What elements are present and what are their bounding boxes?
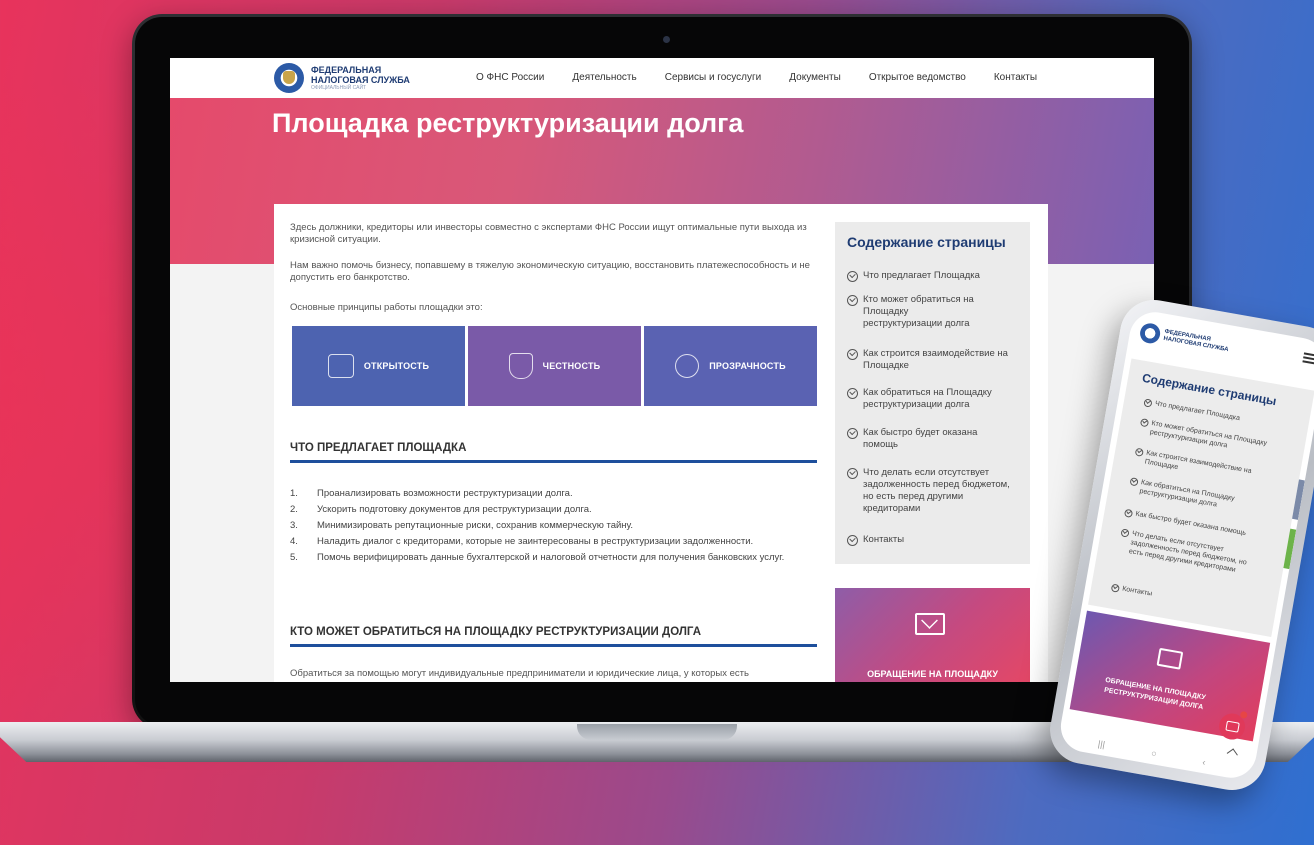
list-item: 3. Минимизировать репутационные риски, со… bbox=[290, 520, 633, 531]
checkmark-circle-icon bbox=[1120, 528, 1130, 538]
section-title-offers: ЧТО ПРЕДЛАГАЕТ ПЛОЩАДКА bbox=[290, 442, 467, 454]
toc-item[interactable]: Контакты bbox=[1110, 583, 1270, 620]
principle-transparency: ПРОЗРАЧНОСТЬ bbox=[644, 326, 817, 406]
checkmark-circle-icon bbox=[847, 271, 858, 282]
principle-honesty: ЧЕСТНОСТЬ bbox=[468, 326, 641, 406]
main-nav: О ФНС России Деятельность Сервисы и госу… bbox=[476, 72, 1065, 86]
logo-title-line2[interactable]: НАЛОГОВАЯ СЛУЖБА bbox=[311, 75, 410, 85]
list-item: 1. Проанализировать возможности реструкту… bbox=[290, 488, 573, 499]
back-icon[interactable]: ‹ bbox=[1202, 757, 1207, 767]
intro-paragraph-2: Нам важно помочь бизнесу, попавшему в тя… bbox=[290, 260, 810, 283]
page-contents-sidebar: Содержание страницы Что предлагает Площа… bbox=[835, 222, 1030, 564]
nav-activity[interactable]: Деятельность bbox=[572, 72, 636, 86]
principle-label: ЧЕСТНОСТЬ bbox=[542, 361, 601, 371]
site-header: ФЕДЕРАЛЬНАЯ НАЛОГОВАЯ СЛУЖБА ОФИЦИАЛЬНЫЙ… bbox=[170, 58, 1154, 98]
offers-list: 1. Проанализировать возможности реструкту… bbox=[290, 488, 810, 568]
nav-services[interactable]: Сервисы и госуслуги bbox=[665, 72, 762, 86]
nav-open-agency[interactable]: Открытое ведомство bbox=[869, 72, 966, 86]
appeal-label: ОБРАЩЕНИЕ НА ПЛОЩАДКУ bbox=[867, 669, 998, 679]
checkmark-circle-icon bbox=[1139, 418, 1150, 428]
toc-item[interactable]: Как быстро будет оказана помощь bbox=[847, 427, 997, 451]
checkmark-circle-icon bbox=[1134, 447, 1144, 457]
checkmark-circle-icon bbox=[1110, 583, 1120, 593]
section-underline bbox=[290, 460, 817, 463]
section-underline bbox=[290, 644, 817, 647]
appeal-button[interactable]: ОБРАЩЕНИЕ НА ПЛОЩАДКУ bbox=[835, 588, 1030, 682]
checkmark-circle-icon bbox=[847, 349, 858, 360]
fns-emblem-icon[interactable] bbox=[274, 63, 304, 93]
checkmark-circle-icon bbox=[1123, 508, 1134, 518]
home-icon[interactable]: ○ bbox=[1150, 748, 1157, 759]
shield-people-icon bbox=[508, 353, 533, 379]
webcam-icon bbox=[663, 36, 670, 43]
section-title-who-can-apply: КТО МОЖЕТ ОБРАТИТЬСЯ НА ПЛОЩАДКУ РЕСТРУК… bbox=[290, 626, 702, 638]
nav-about[interactable]: О ФНС России bbox=[476, 72, 544, 86]
checkmark-circle-icon bbox=[847, 428, 858, 439]
logo-subtitle: ОФИЦИАЛЬНЫЙ САЙТ bbox=[311, 85, 367, 91]
nav-documents[interactable]: Документы bbox=[789, 72, 841, 86]
magnifier-icon bbox=[675, 354, 700, 378]
scroll-up-icon[interactable] bbox=[1226, 748, 1238, 760]
checkmark-circle-icon bbox=[1129, 477, 1139, 487]
envelope-pen-icon bbox=[1156, 647, 1184, 670]
principle-openness: ОТКРЫТОСТЬ bbox=[292, 326, 465, 406]
phone-toc: Содержание страницы Что предлагает Площа… bbox=[1088, 358, 1314, 637]
fns-emblem-icon[interactable] bbox=[1138, 321, 1162, 345]
hamburger-menu-icon[interactable] bbox=[1303, 352, 1314, 357]
checkmark-circle-icon bbox=[847, 388, 858, 399]
checkmark-circle-icon bbox=[847, 468, 858, 479]
toc-item[interactable]: Как строится взаимодействие на Площадке bbox=[847, 348, 1027, 372]
principle-label: ОТКРЫТОСТЬ bbox=[363, 361, 430, 371]
logo-title-line1[interactable]: ФЕДЕРАЛЬНАЯ bbox=[311, 65, 381, 75]
intro-paragraph-1: Здесь должники, кредиторы или инвесторы … bbox=[290, 222, 807, 245]
checkmark-circle-icon bbox=[1143, 398, 1153, 408]
toc-item[interactable]: Кто может обратиться на Площадку реструк… bbox=[847, 294, 977, 330]
principle-label: ПРОЗРАЧНОСТЬ bbox=[709, 361, 786, 371]
nav-contacts[interactable]: Контакты bbox=[994, 72, 1037, 86]
toc-item[interactable]: Как обратиться на Площадку реструктуриза… bbox=[847, 387, 1017, 411]
who-can-apply-text: Обратиться за помощью могут индивидуальн… bbox=[290, 668, 749, 679]
toc-item[interactable]: Что делать если отсутствует задолженност… bbox=[847, 467, 1015, 515]
laptop-notch bbox=[577, 724, 737, 740]
laptop-screen: ФЕДЕРАЛЬНАЯ НАЛОГОВАЯ СЛУЖБА ОФИЦИАЛЬНЫЙ… bbox=[170, 58, 1154, 682]
list-item: 5. Помочь верифицировать данные бухгалтер… bbox=[290, 552, 785, 563]
recent-apps-icon[interactable]: ||| bbox=[1097, 739, 1106, 750]
intro-paragraph-3: Основные принципы работы площадки это: bbox=[290, 302, 483, 313]
checkmark-circle-icon bbox=[847, 295, 858, 306]
envelope-pen-icon bbox=[915, 613, 945, 635]
toc-item[interactable]: Что предлагает Площадка bbox=[847, 270, 1027, 282]
toc-title: Содержание страницы bbox=[847, 234, 1006, 250]
list-item: 2. Ускорить подготовку документов для рес… bbox=[290, 504, 592, 515]
list-item: 4. Наладить диалог с кредиторами, которые… bbox=[290, 536, 754, 547]
page-title: Площадка реструктуризации долга bbox=[272, 108, 744, 138]
toc-item[interactable]: Контакты bbox=[847, 534, 1027, 546]
checkmark-circle-icon bbox=[847, 535, 858, 546]
crowd-icon bbox=[327, 354, 354, 378]
